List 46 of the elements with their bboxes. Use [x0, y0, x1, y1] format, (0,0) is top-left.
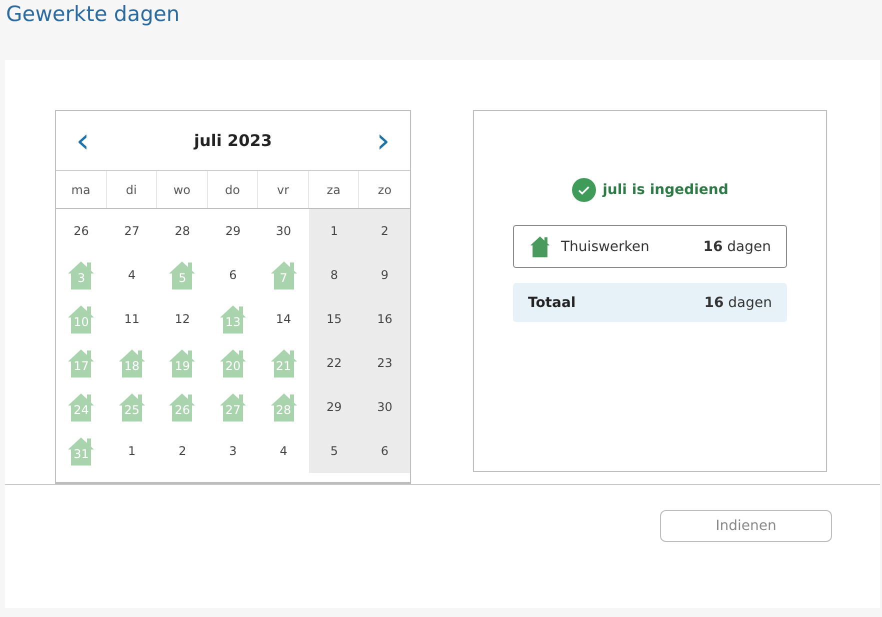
house-icon — [66, 260, 96, 290]
weekday-label: wo — [157, 171, 208, 208]
house-icon — [218, 304, 248, 334]
house-icon — [66, 304, 96, 334]
page-title: Gewerkte dagen — [5, 1, 181, 28]
house-icon — [66, 436, 96, 466]
day-button[interactable]: 1 — [308, 209, 360, 253]
house-icon — [66, 392, 96, 422]
house-icon — [529, 235, 551, 258]
house-icon — [167, 348, 198, 378]
status-message: juli is ingediend — [602, 182, 728, 198]
day-button[interactable]: 2 — [359, 209, 410, 253]
weekday-label: zo — [376, 182, 393, 198]
day-count: 16 dagen — [704, 294, 772, 310]
month-title: juli 2023 — [194, 131, 272, 150]
house-icon — [167, 260, 198, 290]
weekday-label: vr — [258, 171, 309, 208]
house-icon — [218, 348, 248, 378]
day-button[interactable]: 22 — [308, 341, 360, 385]
day-button[interactable]: 23 — [359, 341, 410, 385]
day-button[interactable]: 15 — [308, 297, 360, 341]
day-button[interactable]: 5 — [308, 429, 360, 473]
house-icon — [268, 348, 299, 378]
check-icon — [572, 178, 596, 202]
day-count: 16 dagen — [703, 238, 771, 254]
category-label: Thuiswerken — [561, 238, 650, 254]
weekday-label: do — [208, 171, 258, 208]
house-icon — [167, 392, 198, 422]
day-button[interactable]: 30 — [359, 385, 410, 429]
house-icon — [116, 392, 147, 422]
weekday-label: di — [106, 171, 158, 208]
day-button[interactable]: 29 — [308, 385, 360, 429]
day-button[interactable]: 6 — [359, 429, 410, 473]
day-button[interactable]: 9 — [359, 253, 410, 297]
house-icon — [268, 260, 299, 290]
house-icon — [268, 392, 299, 422]
next-month-button[interactable]: › — [370, 124, 396, 158]
weekday-label: ma — [56, 171, 107, 208]
day-button[interactable]: 8 — [308, 253, 360, 297]
weekday-label: za — [308, 171, 360, 208]
house-icon — [218, 392, 248, 422]
previous-month-button[interactable]: ‹ — [70, 124, 96, 158]
house-icon — [66, 348, 96, 378]
house-icon — [116, 348, 147, 378]
total-label: Totaal — [528, 294, 576, 310]
day-button[interactable]: 16 — [359, 297, 410, 341]
